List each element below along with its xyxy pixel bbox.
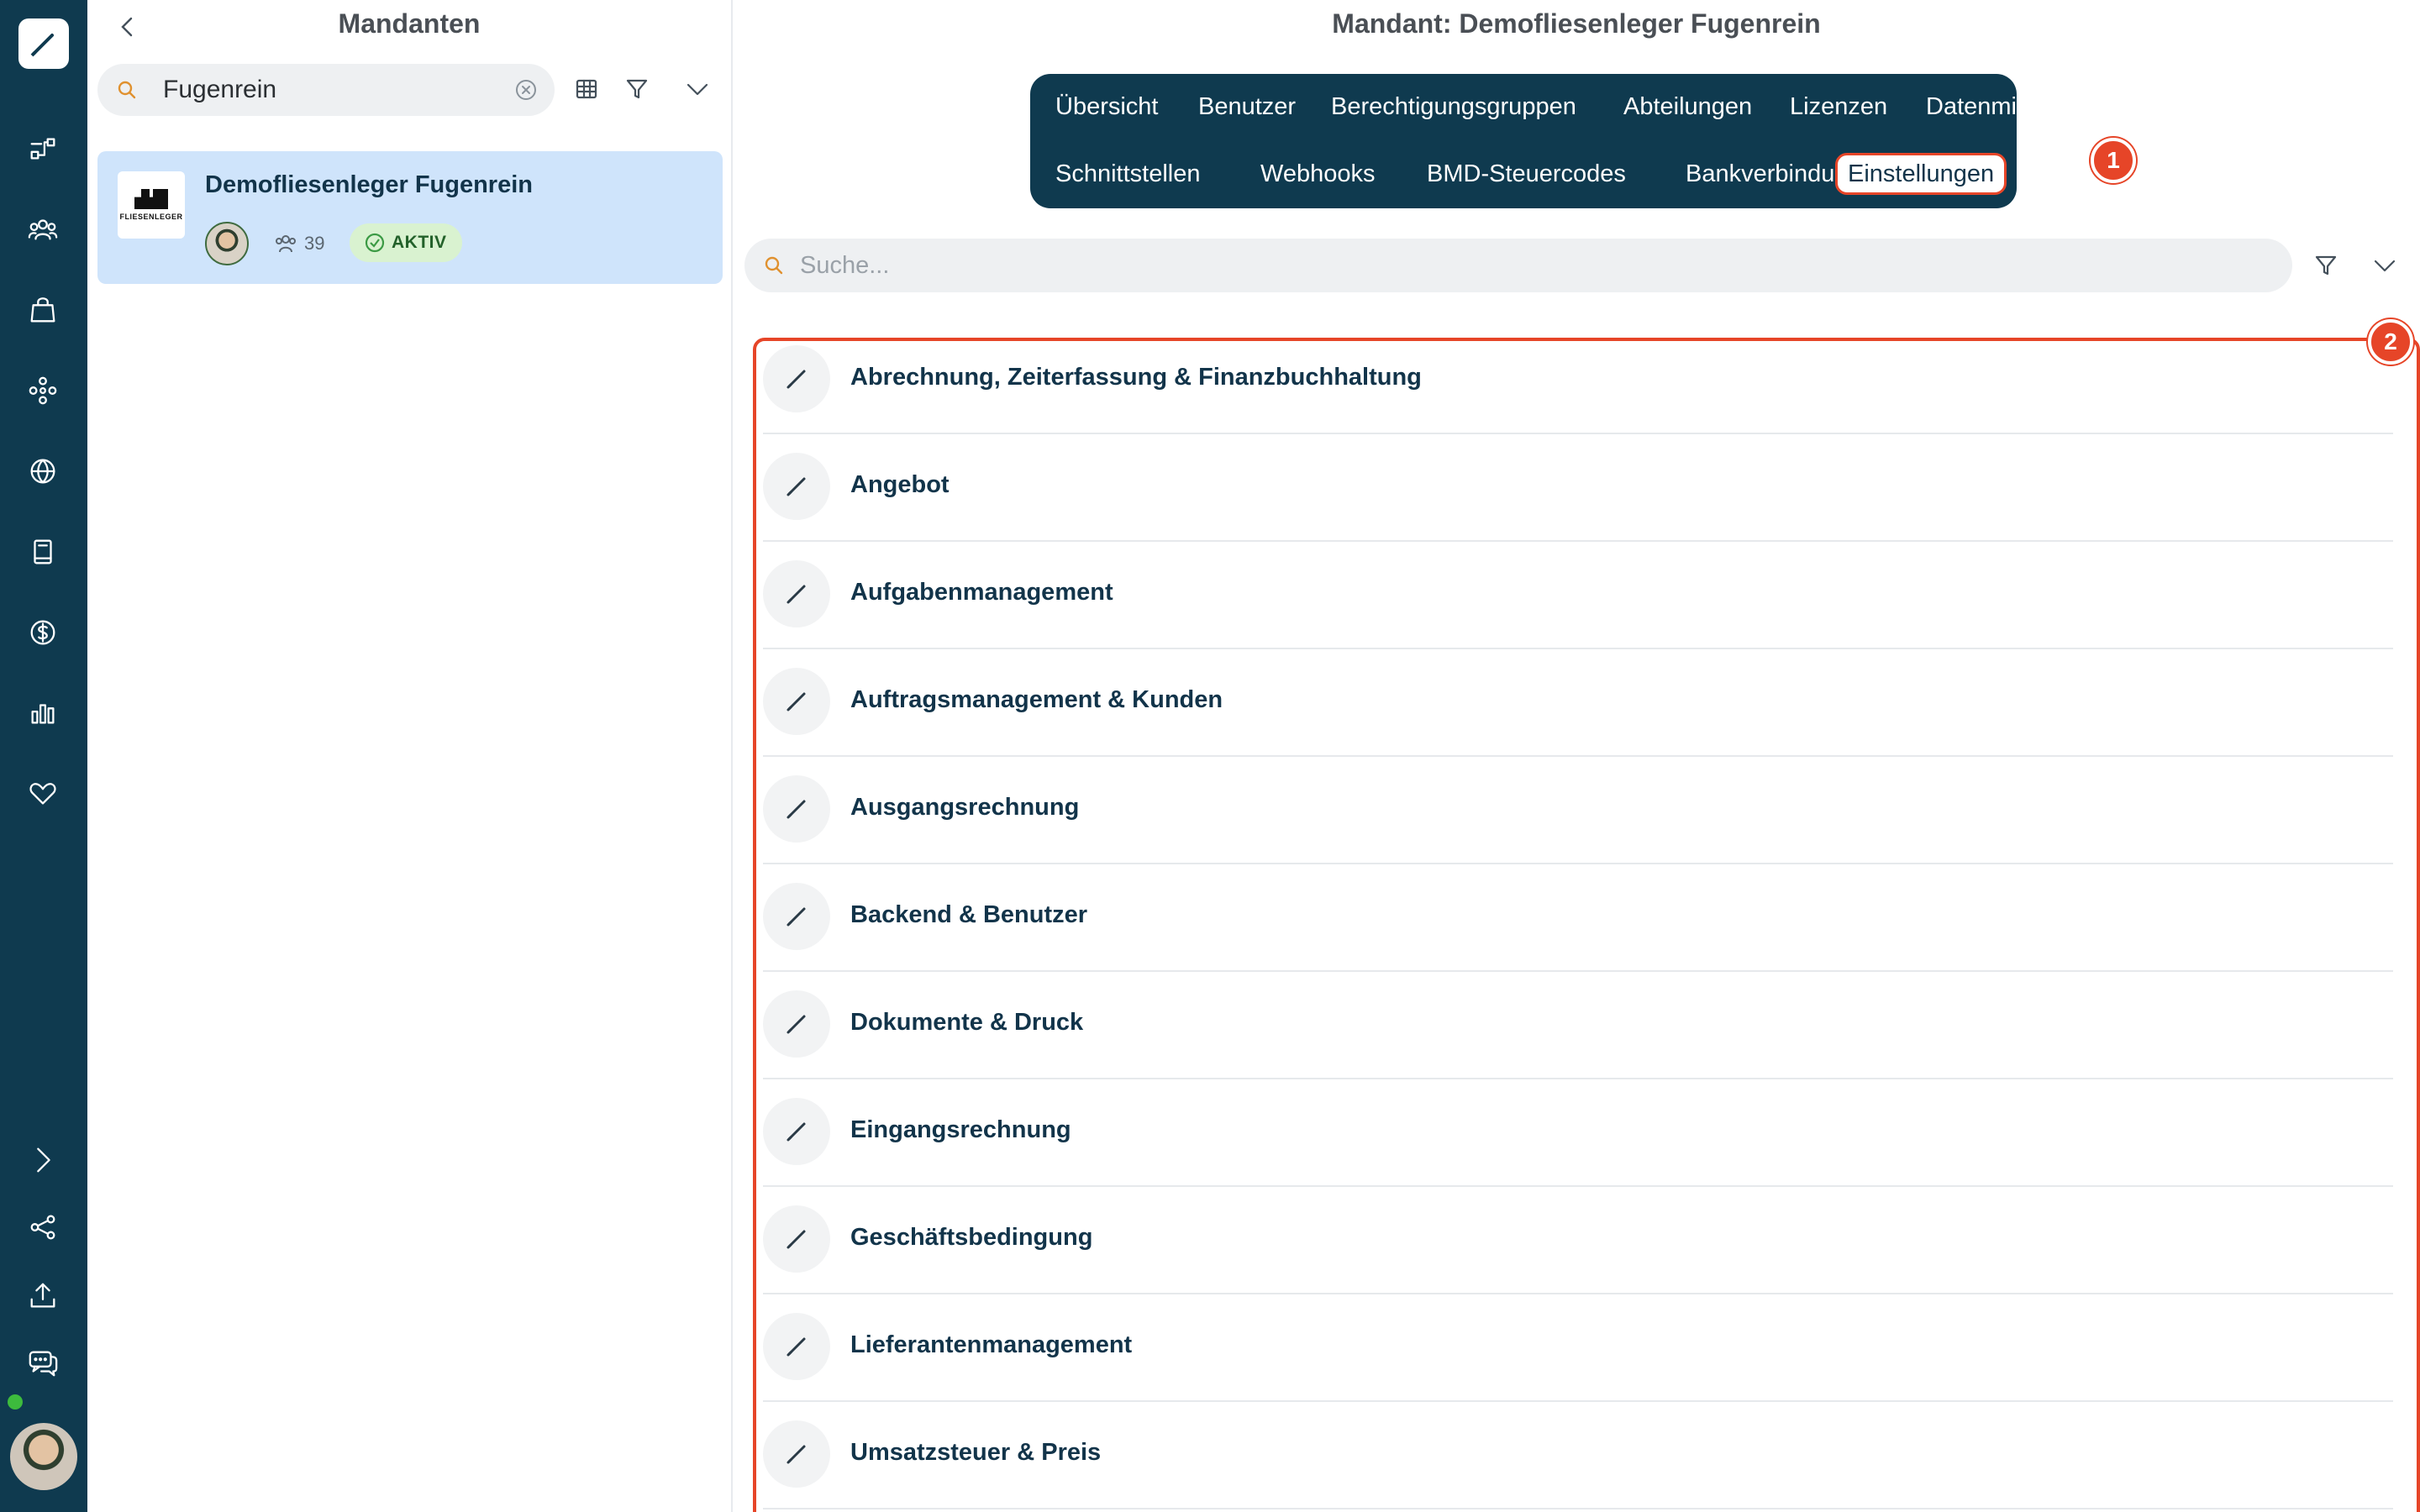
- search-value: Fugenrein: [163, 76, 277, 103]
- settings-row[interactable]: Auftragsmanagement & Kunden: [763, 649, 2393, 757]
- settings-row[interactable]: Dokumente & Druck: [763, 972, 2393, 1079]
- settings-row[interactable]: Abrechnung, Zeiterfassung & Finanzbuchha…: [763, 327, 2393, 434]
- client-owner-avatar: [205, 222, 249, 265]
- edit-pencil-icon[interactable]: [763, 1313, 830, 1380]
- search-icon: [763, 255, 785, 281]
- tab-abteilungen[interactable]: Abteilungen: [1623, 86, 1752, 128]
- team-icon[interactable]: [25, 212, 60, 247]
- modules-icon[interactable]: [25, 373, 60, 408]
- settings-row-label: Aufgabenmanagement: [850, 579, 1113, 606]
- users-icon: [276, 235, 296, 253]
- edit-pencil-icon[interactable]: [763, 560, 830, 627]
- upload-icon[interactable]: [25, 1278, 60, 1314]
- tab-schnittstellen[interactable]: Schnittstellen: [1055, 153, 1201, 195]
- shopping-bag-icon[interactable]: [25, 292, 60, 328]
- settings-row-label: Angebot: [850, 471, 950, 498]
- tab-uebersicht[interactable]: Übersicht: [1055, 86, 1159, 128]
- table-view-icon[interactable]: [570, 72, 603, 106]
- edit-pencil-icon[interactable]: [763, 990, 830, 1058]
- settings-row[interactable]: Umsatzsteuer & Preis: [763, 1402, 2393, 1509]
- settings-row-label: Auftragsmanagement & Kunden: [850, 686, 1223, 713]
- settings-row-label: Geschäftsbedingung: [850, 1224, 1093, 1251]
- tab-bar: Übersicht Benutzer Berechtigungsgruppen …: [1030, 74, 2091, 208]
- settings-row-label: Umsatzsteuer & Preis: [850, 1439, 1102, 1466]
- bar-chart-icon[interactable]: [25, 696, 60, 731]
- clients-list-panel: Mandanten Fugenrein FLIESENLEGER Demofli…: [87, 0, 733, 1512]
- client-name: Demofliesenleger Fugenrein: [205, 171, 533, 198]
- online-status-dot: [8, 1394, 23, 1410]
- step-marker-1: 1: [2091, 138, 2136, 183]
- book-icon[interactable]: [25, 534, 60, 570]
- edit-pencil-icon[interactable]: [763, 345, 830, 412]
- chat-icon[interactable]: [25, 1346, 60, 1381]
- settings-row-label: Abrechnung, Zeiterfassung & Finanzbuchha…: [850, 364, 1422, 391]
- filter-icon[interactable]: [2309, 249, 2343, 282]
- heart-icon[interactable]: [25, 776, 60, 811]
- share-icon[interactable]: [25, 1210, 60, 1245]
- edit-pencil-icon[interactable]: [763, 1098, 830, 1165]
- chevron-down-icon[interactable]: [681, 72, 714, 106]
- settings-row-label: Dokumente & Druck: [850, 1009, 1084, 1036]
- check-circle-icon: [365, 233, 385, 253]
- settings-row[interactable]: Geschäftsbedingung: [763, 1187, 2393, 1294]
- edit-pencil-icon[interactable]: [763, 453, 830, 520]
- search-icon: [116, 79, 138, 105]
- settings-row[interactable]: Ausgangsrechnung: [763, 757, 2393, 864]
- search-placeholder: Suche...: [800, 252, 890, 279]
- tab-benutzer[interactable]: Benutzer: [1198, 86, 1296, 128]
- settings-row[interactable]: Angebot: [763, 434, 2393, 542]
- edit-pencil-icon[interactable]: [763, 1205, 830, 1273]
- settings-row[interactable]: Lieferantenmanagement: [763, 1294, 2393, 1402]
- chevron-down-icon[interactable]: [2368, 249, 2402, 282]
- settings-row[interactable]: Aufgabenmanagement: [763, 542, 2393, 649]
- settings-row-label: Eingangsrechnung: [850, 1116, 1071, 1143]
- client-search-input[interactable]: Fugenrein: [97, 64, 555, 116]
- tab-berechtigungsgruppen[interactable]: Berechtigungsgruppen: [1331, 86, 1576, 128]
- settings-row[interactable]: Backend & Benutzer: [763, 864, 2393, 972]
- settings-row[interactable]: Eingangsrechnung: [763, 1079, 2393, 1187]
- dollar-icon[interactable]: [25, 615, 60, 650]
- clear-search-icon[interactable]: [514, 78, 538, 106]
- flow-icon[interactable]: [25, 131, 60, 166]
- client-detail-panel: Mandant: Demofliesenleger Fugenrein Über…: [733, 0, 2420, 1512]
- settings-row-label: Lieferantenmanagement: [850, 1331, 1133, 1358]
- panel-title: Mandanten: [338, 8, 481, 39]
- tab-datenmigration[interactable]: Datenmigration: [1926, 86, 2091, 128]
- edit-pencil-icon[interactable]: [763, 883, 830, 950]
- tab-einstellungen[interactable]: Einstellungen: [1835, 153, 2007, 195]
- client-logo: FLIESENLEGER: [118, 171, 185, 239]
- app-rail: [0, 0, 87, 1512]
- tab-lizenzen[interactable]: Lizenzen: [1790, 86, 1887, 128]
- settings-search-input[interactable]: Suche...: [744, 239, 2292, 292]
- edit-pencil-icon[interactable]: [763, 1420, 830, 1488]
- chevron-right-icon[interactable]: [25, 1142, 60, 1178]
- edit-pencil-icon[interactable]: [763, 668, 830, 735]
- pencil-logo-icon[interactable]: [18, 18, 69, 69]
- tab-webhooks[interactable]: Webhooks: [1260, 153, 1376, 195]
- client-card-selected[interactable]: FLIESENLEGER Demofliesenleger Fugenrein …: [97, 151, 723, 284]
- settings-row-label: Ausgangsrechnung: [850, 794, 1080, 821]
- filter-icon[interactable]: [620, 72, 654, 106]
- detail-title: Mandant: Demofliesenleger Fugenrein: [1332, 8, 1821, 39]
- globe-icon[interactable]: [25, 454, 60, 489]
- tab-bmd-steuercodes[interactable]: BMD-Steuercodes: [1427, 153, 1626, 195]
- status-badge: AKTIV: [350, 223, 462, 262]
- user-avatar[interactable]: [10, 1423, 77, 1490]
- edit-pencil-icon[interactable]: [763, 775, 830, 843]
- settings-row-label: Backend & Benutzer: [850, 901, 1088, 928]
- user-count: 39: [274, 232, 324, 255]
